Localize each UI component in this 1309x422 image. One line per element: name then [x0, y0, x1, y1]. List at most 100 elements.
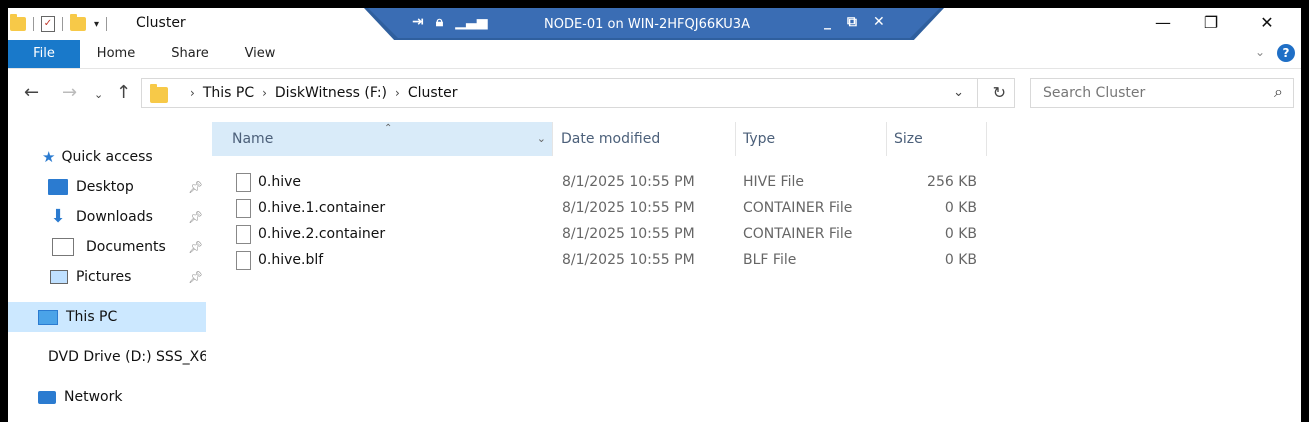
crumb-diskwitness[interactable]: DiskWitness (F:) — [275, 85, 387, 101]
back-arrow-icon[interactable]: ← — [24, 82, 39, 103]
column-header-name[interactable]: Name ⌃ ⌄ — [212, 122, 552, 156]
address-dropdown-icon[interactable]: ⌄ — [953, 85, 964, 100]
column-divider[interactable] — [552, 122, 553, 156]
quick-access-toolbar: ✓ ▾ — [10, 12, 114, 36]
file-type: HIVE File — [743, 174, 804, 190]
computer-icon — [38, 309, 58, 325]
pin-icon[interactable]: 📌︎ — [188, 180, 203, 194]
file-name: 0.hive.blf — [258, 252, 324, 268]
search-icon: ⌕ — [1274, 82, 1283, 101]
properties-icon[interactable]: ✓ — [41, 16, 55, 32]
column-divider[interactable] — [735, 122, 736, 156]
ribbon: File Home Share View ⌄ ? — [8, 40, 1301, 69]
pictures-icon — [50, 270, 68, 284]
help-icon[interactable]: ? — [1277, 44, 1295, 62]
nav-item-downloads[interactable]: ⬇ Downloads 📌︎ — [8, 202, 206, 232]
crumb-cluster[interactable]: Cluster — [408, 85, 458, 101]
nav-label: Network — [64, 389, 123, 405]
file-row[interactable]: 0.hive.1.container 8/1/2025 10:55 PM CON… — [212, 196, 992, 222]
network-icon — [38, 390, 56, 404]
divider — [977, 79, 978, 107]
customize-qat-icon[interactable]: ▾ — [94, 19, 99, 30]
file-date: 8/1/2025 10:55 PM — [562, 252, 695, 268]
pin-icon[interactable]: 📌︎ — [188, 210, 203, 224]
file-type: CONTAINER File — [743, 200, 853, 216]
remote-connection-bar: ⇥ 🔒︎ ▁▃▅ NODE-01 on WIN-2HFQJ66KU3A _ ⧉ … — [364, 8, 944, 42]
download-arrow-icon: ⬇ — [50, 206, 66, 227]
folder-icon — [10, 14, 26, 31]
close-button[interactable]: ✕ — [1244, 8, 1290, 40]
file-date: 8/1/2025 10:55 PM — [562, 226, 695, 242]
tab-home[interactable]: Home — [88, 40, 144, 68]
column-dropdown-icon[interactable]: ⌄ — [537, 122, 546, 156]
maximize-button[interactable]: ❐ — [1188, 8, 1234, 40]
desktop-icon — [48, 179, 68, 195]
chevron-right-icon[interactable]: › — [190, 86, 195, 100]
column-divider[interactable] — [886, 122, 887, 156]
nav-item-network[interactable]: Network — [8, 382, 206, 412]
nav-label: DVD Drive (D:) SSS_X6 — [48, 349, 206, 365]
chevron-right-icon[interactable]: › — [395, 86, 400, 100]
file-icon — [236, 251, 251, 270]
file-size: 0 KB — [944, 200, 977, 216]
file-name: 0.hive.2.container — [258, 226, 386, 242]
search-input[interactable] — [1041, 84, 1255, 102]
tab-view[interactable]: View — [234, 40, 286, 68]
location-folder-icon — [150, 84, 168, 103]
crumb-this-pc[interactable]: This PC — [203, 85, 254, 101]
nav-label: Pictures — [76, 269, 132, 285]
nav-item-this-pc[interactable]: This PC — [8, 302, 206, 332]
file-date: 8/1/2025 10:55 PM — [562, 200, 695, 216]
file-row[interactable]: 0.hive 8/1/2025 10:55 PM HIVE File 256 K… — [212, 170, 992, 196]
file-type: BLF File — [743, 252, 797, 268]
up-arrow-icon[interactable]: ↑ — [116, 82, 131, 103]
file-icon — [236, 199, 251, 218]
minimize-button[interactable]: — — [1140, 8, 1186, 40]
remote-minimize-icon[interactable]: _ — [824, 14, 831, 30]
nav-item-documents[interactable]: Documents 📌︎ — [8, 232, 206, 262]
recent-locations-icon[interactable]: ⌄ — [94, 88, 103, 101]
document-icon — [52, 238, 74, 256]
window-title: Cluster — [136, 15, 186, 31]
expand-ribbon-icon[interactable]: ⌄ — [1255, 45, 1265, 59]
file-name: 0.hive — [258, 174, 302, 190]
file-list: Name ⌃ ⌄ Date modified Type Size 0.hive … — [212, 122, 1301, 422]
refresh-icon[interactable]: ↻ — [993, 83, 1006, 102]
explorer-window: ✓ ▾ Cluster — ❐ ✕ ⇥ 🔒︎ ▁▃▅ NODE-01 on WI… — [8, 8, 1301, 422]
column-header-type[interactable]: Type — [743, 122, 883, 156]
remote-restore-icon[interactable]: ⧉ — [847, 14, 857, 30]
file-size: 0 KB — [944, 252, 977, 268]
file-icon — [236, 173, 251, 192]
column-divider[interactable] — [986, 122, 987, 156]
nav-label: Downloads — [76, 209, 153, 225]
file-row[interactable]: 0.hive.blf 8/1/2025 10:55 PM BLF File 0 … — [212, 248, 992, 274]
remote-close-icon[interactable]: ✕ — [873, 14, 885, 30]
chevron-right-icon[interactable]: › — [262, 86, 267, 100]
nav-quick-access[interactable]: ★ Quick access — [8, 142, 206, 172]
pin-icon[interactable]: 📌︎ — [188, 270, 203, 284]
search-box[interactable]: ⌕ — [1030, 78, 1294, 108]
address-bar[interactable]: › This PC › DiskWitness (F:) › Cluster ⌄… — [141, 78, 1015, 108]
nav-item-desktop[interactable]: Desktop 📌︎ — [8, 172, 206, 202]
file-type: CONTAINER File — [743, 226, 853, 242]
column-header-size[interactable]: Size — [894, 122, 984, 156]
tab-share[interactable]: Share — [162, 40, 218, 68]
pin-icon[interactable]: 📌︎ — [188, 240, 203, 254]
divider — [33, 17, 34, 31]
pin-bar-icon[interactable]: ⇥ — [412, 14, 424, 30]
file-date: 8/1/2025 10:55 PM — [562, 174, 695, 190]
nav-label: Documents — [86, 239, 166, 255]
column-header-date[interactable]: Date modified — [561, 122, 733, 156]
nav-label: Desktop — [76, 179, 134, 195]
nav-item-dvd-drive[interactable]: DVD Drive (D:) SSS_X6 — [8, 342, 206, 372]
file-size: 0 KB — [944, 226, 977, 242]
signal-icon: ▁▃▅ — [455, 14, 488, 30]
nav-item-pictures[interactable]: Pictures 📌︎ — [8, 262, 206, 292]
new-folder-icon[interactable] — [70, 14, 86, 31]
file-icon — [236, 225, 251, 244]
forward-arrow-icon[interactable]: → — [62, 82, 77, 103]
file-row[interactable]: 0.hive.2.container 8/1/2025 10:55 PM CON… — [212, 222, 992, 248]
tab-file[interactable]: File — [8, 40, 80, 68]
file-size: 256 KB — [927, 174, 977, 190]
file-name: 0.hive.1.container — [258, 200, 386, 216]
